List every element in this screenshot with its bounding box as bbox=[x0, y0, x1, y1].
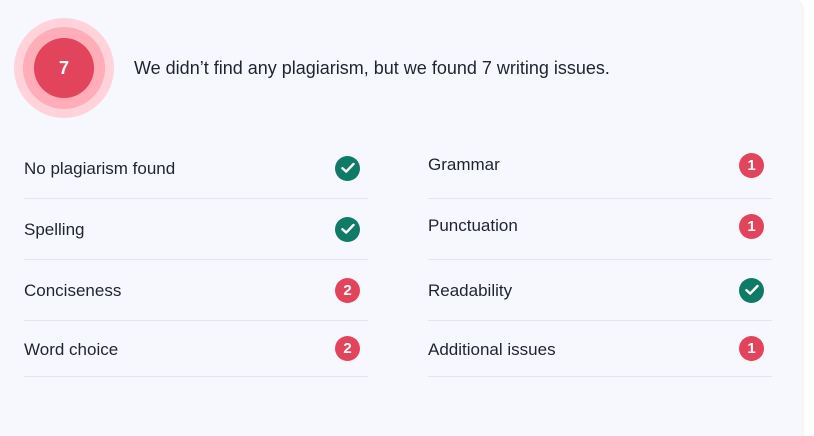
issue-count-badge: 1 bbox=[739, 336, 764, 361]
check-label: Conciseness bbox=[24, 281, 122, 300]
issue-count-badge: 1 bbox=[739, 152, 764, 178]
checks-list-left: No plagiarism found Spelling Conciseness… bbox=[24, 138, 368, 377]
issue-count-badge: 1 bbox=[739, 213, 764, 239]
checkmark-icon bbox=[335, 155, 360, 181]
check-row-word-choice: Word choice 2 bbox=[24, 321, 368, 377]
check-label: No plagiarism found bbox=[24, 159, 176, 178]
checks-list-right: Grammar 1 Punctuation 1 Readability Addi… bbox=[428, 138, 772, 377]
check-row-conciseness: Conciseness 2 bbox=[24, 260, 368, 321]
score-ring-middle: 7 bbox=[23, 27, 105, 109]
score-count: 7 bbox=[34, 38, 94, 98]
checkmark-icon bbox=[739, 277, 764, 303]
check-row-readability: Readability bbox=[428, 260, 772, 321]
check-label: Readability bbox=[428, 281, 513, 300]
check-label: Word choice bbox=[24, 339, 119, 359]
results-card: 7 We didn’t find any plagiarism, but we … bbox=[0, 0, 802, 436]
check-row-spelling: Spelling bbox=[24, 199, 368, 260]
check-label: Grammar bbox=[428, 155, 500, 174]
check-label: Spelling bbox=[24, 220, 85, 239]
issue-score-indicator: 7 bbox=[14, 18, 114, 118]
issue-count-badge: 2 bbox=[335, 277, 360, 303]
issue-count-badge: 2 bbox=[335, 336, 360, 361]
check-label: Punctuation bbox=[428, 216, 518, 235]
results-summary: We didn’t find any plagiarism, but we fo… bbox=[134, 58, 610, 78]
check-row-plagiarism: No plagiarism found bbox=[24, 138, 368, 199]
check-row-grammar: Grammar 1 bbox=[428, 138, 772, 199]
check-row-punctuation: Punctuation 1 bbox=[428, 199, 772, 260]
check-label: Additional issues bbox=[428, 339, 556, 359]
checkmark-icon bbox=[335, 216, 360, 242]
check-row-additional-issues: Additional issues 1 bbox=[428, 321, 772, 377]
